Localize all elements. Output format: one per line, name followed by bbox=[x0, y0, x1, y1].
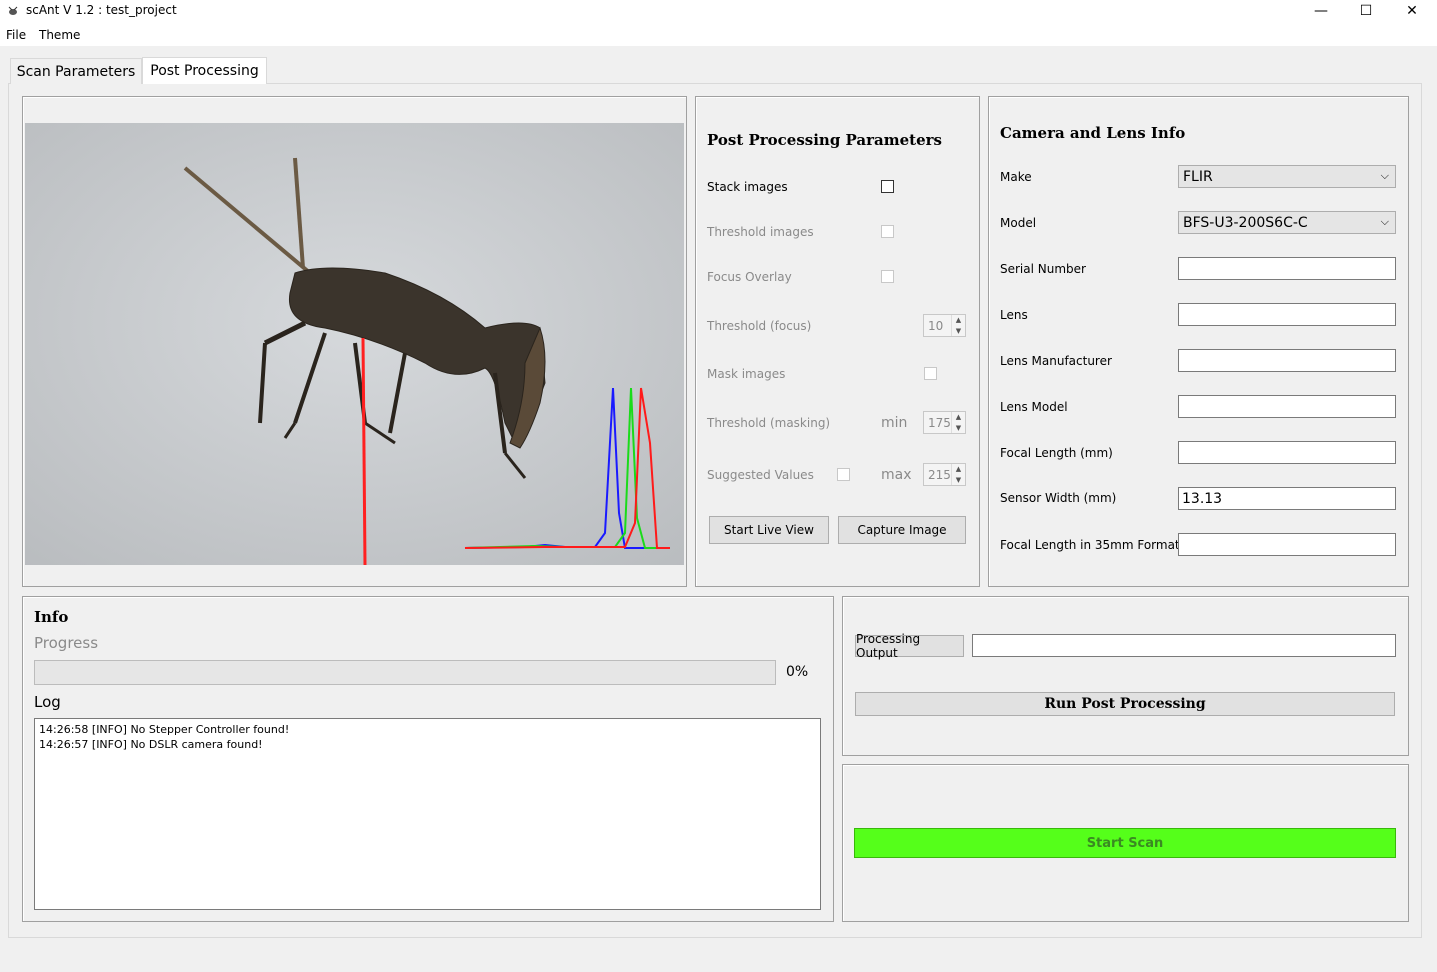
processing-output-button[interactable]: Processing Output bbox=[855, 632, 964, 660]
progress-bar bbox=[34, 660, 776, 685]
lens-manufacturer-label: Lens Manufacturer bbox=[1000, 354, 1112, 368]
model-label: Model bbox=[1000, 216, 1037, 230]
model-dropdown[interactable]: BFS-U3-200S6C-C ⌵ bbox=[1178, 211, 1396, 234]
serial-number-input[interactable] bbox=[1178, 257, 1396, 280]
menu-theme[interactable]: Theme bbox=[39, 28, 80, 42]
chevron-down-icon: ⌵ bbox=[1380, 169, 1389, 182]
app-icon bbox=[8, 6, 18, 15]
menu-file[interactable]: File bbox=[6, 28, 26, 42]
min-label: min bbox=[881, 415, 908, 431]
info-header: Info bbox=[34, 608, 69, 626]
lens-model-input[interactable] bbox=[1178, 395, 1396, 418]
menu-bar: File Theme bbox=[0, 22, 1437, 46]
log-line: 14:26:57 [INFO] No DSLR camera found! bbox=[39, 738, 263, 751]
post-processing-output-group bbox=[842, 596, 1409, 756]
sensor-width-input[interactable]: 13.13 bbox=[1178, 487, 1396, 510]
serial-number-label: Serial Number bbox=[1000, 262, 1086, 276]
threshold-focus-value: 10 bbox=[928, 318, 944, 333]
min-spinbox[interactable]: 175 ▲ ▼ bbox=[923, 411, 966, 434]
lens-manufacturer-input[interactable] bbox=[1178, 349, 1396, 372]
camera-info-header: Camera and Lens Info bbox=[1000, 124, 1186, 142]
stack-images-label: Stack images bbox=[707, 180, 788, 194]
focal-length-label: Focal Length (mm) bbox=[1000, 446, 1113, 460]
progress-percent: 0% bbox=[786, 664, 809, 680]
max-label: max bbox=[881, 467, 912, 483]
live-view-image bbox=[25, 123, 684, 565]
min-value: 175 bbox=[928, 415, 951, 430]
post-processing-header: Post Processing Parameters bbox=[707, 131, 942, 149]
chevron-down-icon: ⌵ bbox=[1380, 215, 1389, 228]
capture-image-button[interactable]: Capture Image bbox=[838, 516, 966, 544]
sensor-width-label: Sensor Width (mm) bbox=[1000, 491, 1117, 505]
focus-overlay-checkbox[interactable] bbox=[881, 270, 894, 283]
mask-images-checkbox[interactable] bbox=[924, 367, 937, 380]
threshold-focus-spinbox[interactable]: 10 ▲ ▼ bbox=[923, 314, 966, 337]
make-dropdown[interactable]: FLIR ⌵ bbox=[1178, 165, 1396, 188]
model-value: BFS-U3-200S6C-C bbox=[1183, 214, 1308, 231]
progress-label: Progress bbox=[34, 634, 99, 652]
spin-arrows-icon[interactable]: ▲ ▼ bbox=[951, 412, 965, 433]
mask-images-label: Mask images bbox=[707, 367, 786, 381]
focal-length-35mm-input[interactable] bbox=[1178, 533, 1396, 556]
tab-post-processing[interactable]: Post Processing bbox=[142, 57, 267, 84]
max-spinbox[interactable]: 215 ▲ ▼ bbox=[923, 463, 966, 486]
lens-input[interactable] bbox=[1178, 303, 1396, 326]
spin-arrows-icon[interactable]: ▲ ▼ bbox=[951, 464, 965, 485]
max-value: 215 bbox=[928, 467, 951, 482]
focal-length-35mm-label: Focal Length in 35mm Format bbox=[1000, 538, 1180, 552]
log-line: 14:26:58 [INFO] No Stepper Controller fo… bbox=[39, 723, 290, 736]
focus-overlay-label: Focus Overlay bbox=[707, 270, 792, 284]
pin-indicator bbox=[361, 337, 367, 565]
start-live-view-button[interactable]: Start Live View bbox=[709, 516, 829, 544]
post-processing-parameters-group bbox=[695, 96, 980, 587]
make-label: Make bbox=[1000, 170, 1032, 184]
title-bar: scAnt V 1.2 : test_project — ☐ ✕ bbox=[0, 0, 1437, 22]
log-label: Log bbox=[34, 693, 61, 711]
log-output[interactable]: 14:26:58 [INFO] No Stepper Controller fo… bbox=[34, 718, 821, 910]
maximize-button[interactable]: ☐ bbox=[1343, 0, 1389, 22]
focal-length-input[interactable] bbox=[1178, 441, 1396, 464]
processing-output-input[interactable] bbox=[972, 634, 1396, 657]
suggested-values-checkbox[interactable] bbox=[837, 468, 850, 481]
threshold-images-label: Threshold images bbox=[707, 225, 814, 239]
stack-images-checkbox[interactable] bbox=[881, 180, 894, 193]
close-button[interactable]: ✕ bbox=[1389, 0, 1435, 22]
start-scan-button[interactable]: Start Scan bbox=[854, 828, 1396, 858]
threshold-masking-label: Threshold (masking) bbox=[707, 416, 831, 430]
threshold-images-checkbox[interactable] bbox=[881, 225, 894, 238]
threshold-focus-label: Threshold (focus) bbox=[707, 319, 812, 333]
minimize-button[interactable]: — bbox=[1298, 0, 1344, 22]
make-value: FLIR bbox=[1183, 168, 1213, 185]
suggested-values-label: Suggested Values bbox=[707, 468, 814, 482]
lens-model-label: Lens Model bbox=[1000, 400, 1068, 414]
spin-arrows-icon[interactable]: ▲ ▼ bbox=[951, 315, 965, 336]
tab-scan-parameters[interactable]: Scan Parameters bbox=[10, 58, 142, 84]
window-title: scAnt V 1.2 : test_project bbox=[26, 3, 177, 17]
run-post-processing-button[interactable]: Run Post Processing bbox=[855, 692, 1395, 716]
lens-label: Lens bbox=[1000, 308, 1028, 322]
